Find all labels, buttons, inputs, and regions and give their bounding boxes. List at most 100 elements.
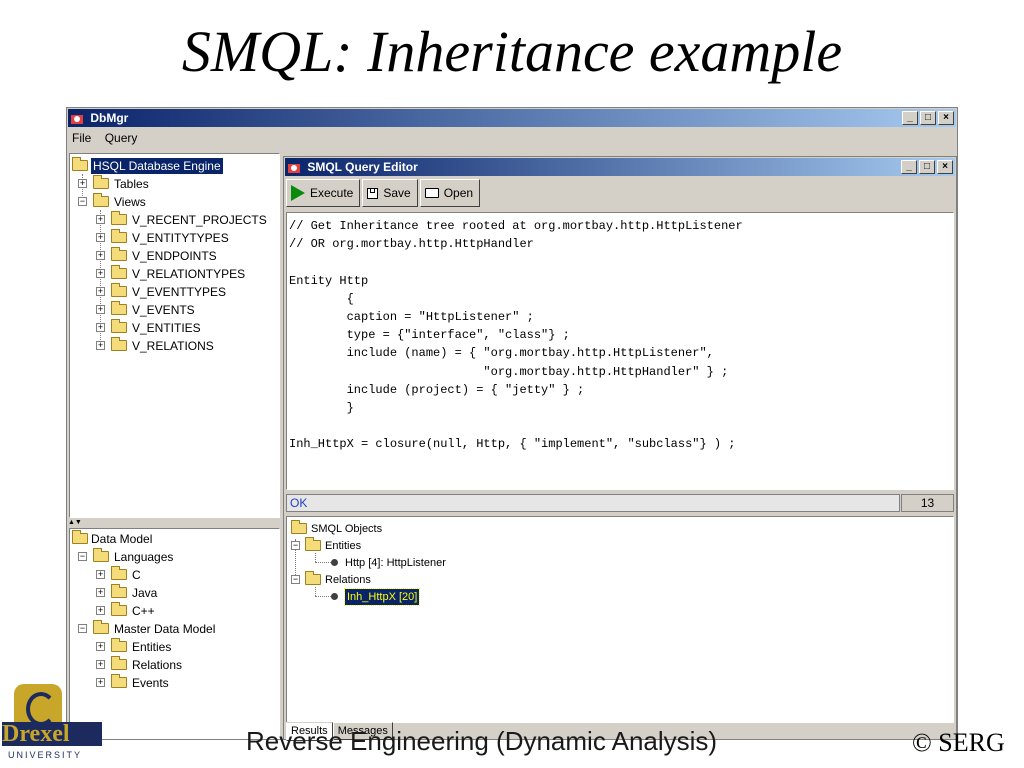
expand-icon[interactable]: + — [96, 570, 105, 579]
results-tree: SMQL Objects − Entities Http [4]: HttpLi… — [286, 516, 954, 723]
save-button[interactable]: Save — [362, 179, 418, 207]
query-code: // Get Inheritance tree rooted at org.mo… — [289, 219, 743, 452]
folder-icon — [72, 530, 88, 544]
expand-icon[interactable]: + — [96, 287, 105, 296]
leaf-icon — [331, 593, 338, 600]
play-icon — [291, 185, 305, 201]
open-button[interactable]: Open — [419, 179, 481, 207]
tree-label: Relations — [132, 658, 183, 672]
execute-button[interactable]: Execute — [286, 179, 361, 207]
tree-label: C++ — [132, 604, 155, 618]
collapse-icon[interactable]: − — [78, 552, 87, 561]
seal-icon — [14, 684, 62, 726]
folder-icon — [111, 247, 127, 261]
expand-icon[interactable]: + — [78, 179, 87, 188]
expand-icon[interactable]: + — [96, 588, 105, 597]
folder-icon — [111, 319, 127, 333]
folder-icon — [111, 638, 127, 652]
editor-title: SMQL Query Editor — [307, 160, 418, 174]
expand-icon[interactable]: + — [96, 323, 105, 332]
folder-icon — [291, 520, 307, 534]
save-label: Save — [383, 186, 411, 200]
window-title: DbMgr — [90, 111, 129, 125]
menubar: File Query — [68, 128, 956, 148]
logo-subtext: UNIVERSITY — [8, 750, 83, 760]
folder-icon — [111, 337, 127, 351]
expand-icon[interactable]: + — [96, 642, 105, 651]
folder-icon — [111, 265, 127, 279]
tree-label: Http [4]: HttpListener — [345, 557, 446, 569]
folder-icon — [111, 566, 127, 580]
query-editor-textarea[interactable]: // Get Inheritance tree rooted at org.mo… — [286, 212, 954, 490]
collapse-icon[interactable]: − — [291, 541, 300, 550]
app-icon — [288, 163, 300, 173]
tree-label: Java — [132, 586, 158, 600]
folder-icon — [111, 656, 127, 670]
tree-label: Entities — [325, 540, 362, 552]
menu-query[interactable]: Query — [105, 131, 138, 145]
tree-label: Languages — [114, 550, 174, 564]
tree-label: Events — [132, 676, 169, 690]
tree-label: Views — [114, 195, 146, 209]
collapse-icon[interactable]: − — [78, 624, 87, 633]
expand-icon[interactable]: + — [96, 233, 105, 242]
collapse-icon[interactable]: − — [291, 575, 300, 584]
tree-label: V_RECENT_PROJECTS — [132, 213, 267, 227]
close-button[interactable]: × — [937, 160, 953, 174]
minimize-button[interactable]: _ — [902, 111, 918, 125]
expand-icon[interactable]: + — [96, 251, 105, 260]
drexel-logo: Drexel UNIVERSITY — [2, 684, 102, 768]
slide-title: SMQL: Inheritance example — [181, 19, 843, 84]
app-icon — [71, 114, 83, 124]
minimize-button[interactable]: _ — [901, 160, 917, 174]
folder-icon — [93, 175, 109, 189]
expand-icon[interactable]: + — [96, 305, 105, 314]
execute-label: Execute — [310, 186, 354, 200]
window-titlebar[interactable]: DbMgr _ □ × — [68, 109, 956, 127]
folder-icon — [111, 283, 127, 297]
tree-label: C — [132, 568, 141, 582]
tree-label: V_EVENTS — [132, 303, 195, 317]
tree-label: V_ENTITYTYPES — [132, 231, 229, 245]
tree-label: V_RELATIONTYPES — [132, 267, 246, 281]
maximize-button[interactable]: □ — [920, 111, 936, 125]
tree-label: Relations — [325, 574, 371, 586]
tree-label: V_ENTITIES — [132, 321, 201, 335]
tree-label: V_RELATIONS — [132, 339, 214, 353]
collapse-icon[interactable]: − — [78, 197, 87, 206]
expand-icon[interactable]: + — [96, 660, 105, 669]
editor-toolbar: Execute Save Open — [286, 179, 481, 209]
leaf-icon — [331, 559, 338, 566]
folder-icon — [93, 620, 109, 634]
expand-icon[interactable]: + — [96, 341, 105, 350]
folder-icon — [111, 674, 127, 688]
folder-icon — [111, 584, 127, 598]
open-folder-icon — [424, 188, 439, 198]
tree-label: Tables — [114, 177, 149, 191]
restore-button[interactable]: □ — [919, 160, 935, 174]
pane-splitter[interactable]: ▲▼ — [68, 519, 278, 526]
tree-label: Inh_HttpX [20] — [343, 588, 421, 606]
folder-icon — [111, 301, 127, 315]
expand-icon[interactable]: + — [96, 215, 105, 224]
footer-copyright: © SERG — [912, 728, 1005, 757]
database-tree: HSQL Database Engine + Tables − Views + V… — [69, 153, 280, 518]
folder-icon — [111, 602, 127, 616]
menu-file[interactable]: File — [72, 131, 91, 145]
expand-icon[interactable]: + — [96, 606, 105, 615]
folder-icon — [93, 193, 109, 207]
tree-label: Master Data Model — [114, 622, 216, 636]
status-text: OK — [286, 494, 900, 512]
expand-icon[interactable]: + — [96, 269, 105, 278]
close-button[interactable]: × — [938, 111, 954, 125]
open-label: Open — [443, 186, 474, 200]
tree-label: V_EVENTTYPES — [132, 285, 227, 299]
folder-icon — [111, 211, 127, 225]
tree-label: HSQL Database Engine — [91, 158, 223, 174]
editor-titlebar[interactable]: SMQL Query Editor _ □ × — [285, 158, 955, 176]
logo-word: Drexel — [2, 722, 102, 746]
folder-icon — [93, 548, 109, 562]
smql-query-editor: SMQL Query Editor _ □ × Execute Save Ope… — [283, 156, 957, 741]
footer-text: Reverse Engineering (Dynamic Analysis) — [246, 726, 718, 756]
dbmgr-window: DbMgr _ □ × File Query HSQL Database Eng… — [66, 107, 958, 741]
